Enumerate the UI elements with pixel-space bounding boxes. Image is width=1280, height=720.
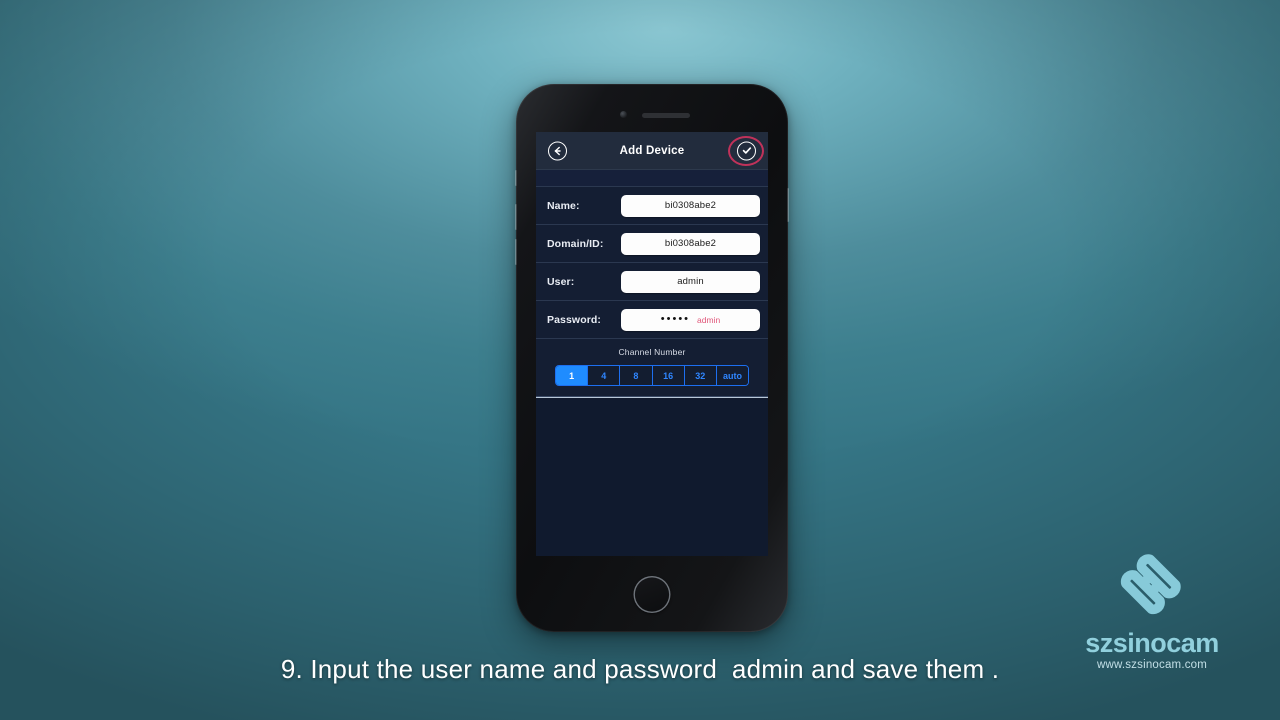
- password-input-value: •••••: [660, 313, 691, 325]
- field-label-name: Name:: [547, 199, 580, 212]
- volume-down-button[interactable]: [515, 239, 517, 265]
- phone-device: Add Device Name: bi0308abe2 Domain/ID: b…: [515, 84, 789, 632]
- earpiece-speaker-icon: [642, 113, 690, 118]
- add-device-form: Name: bi0308abe2 Domain/ID: bi0308abe2 U…: [536, 187, 768, 339]
- app-navbar: Add Device: [536, 132, 768, 170]
- name-input[interactable]: bi0308abe2: [621, 194, 760, 217]
- back-arrow-icon[interactable]: [548, 141, 567, 160]
- channel-option-auto[interactable]: auto: [716, 366, 748, 385]
- volume-up-button[interactable]: [515, 204, 517, 230]
- phone-screen: Add Device Name: bi0308abe2 Domain/ID: b…: [536, 132, 768, 556]
- home-button[interactable]: [633, 576, 671, 613]
- channel-number-segmented-control[interactable]: 1 4 8 16 32 auto: [555, 365, 749, 386]
- channel-option-32[interactable]: 32: [684, 366, 717, 385]
- user-input-value: admin: [677, 276, 704, 287]
- navbar-spacer: [536, 170, 768, 187]
- field-row-user[interactable]: User: admin: [536, 263, 768, 301]
- channel-option-1[interactable]: 1: [556, 366, 589, 385]
- channel-number-label: Channel Number: [618, 347, 686, 357]
- password-input[interactable]: ••••• admin: [621, 308, 760, 331]
- domain-id-input-value: bi0308abe2: [664, 238, 717, 249]
- user-input[interactable]: admin: [621, 270, 760, 293]
- field-row-password[interactable]: Password: ••••• admin: [536, 301, 768, 339]
- watermark: szsinocam www.szsinocam.com: [1072, 540, 1232, 671]
- silent-switch[interactable]: [515, 170, 517, 186]
- page-title: Add Device: [619, 144, 685, 157]
- field-label-password: Password:: [547, 313, 601, 326]
- power-button[interactable]: [787, 188, 789, 222]
- watermark-brand: szsinocam: [1085, 628, 1219, 658]
- camera-dot-icon: [620, 111, 627, 118]
- field-row-name[interactable]: Name: bi0308abe2: [536, 187, 768, 225]
- field-row-domain-id[interactable]: Domain/ID: bi0308abe2: [536, 225, 768, 263]
- channel-option-8[interactable]: 8: [620, 366, 653, 385]
- empty-content-area: [536, 397, 768, 556]
- channel-number-section: Channel Number 1 4 8 16 32 auto: [536, 339, 768, 397]
- check-circle-icon[interactable]: [737, 141, 756, 160]
- name-input-value: bi0308abe2: [664, 200, 717, 211]
- password-annotation-label: admin: [697, 314, 721, 325]
- phone-top-hardware: [516, 84, 788, 134]
- channel-option-4[interactable]: 4: [588, 366, 621, 385]
- channel-option-16[interactable]: 16: [652, 366, 685, 385]
- field-label-domain-id: Domain/ID:: [547, 237, 604, 250]
- domain-id-input[interactable]: bi0308abe2: [621, 232, 760, 255]
- watermark-url: www.szsinocam.com: [1096, 659, 1208, 671]
- szsinocam-diamond-logo-icon: [1120, 554, 1181, 615]
- field-label-user: User:: [547, 275, 575, 288]
